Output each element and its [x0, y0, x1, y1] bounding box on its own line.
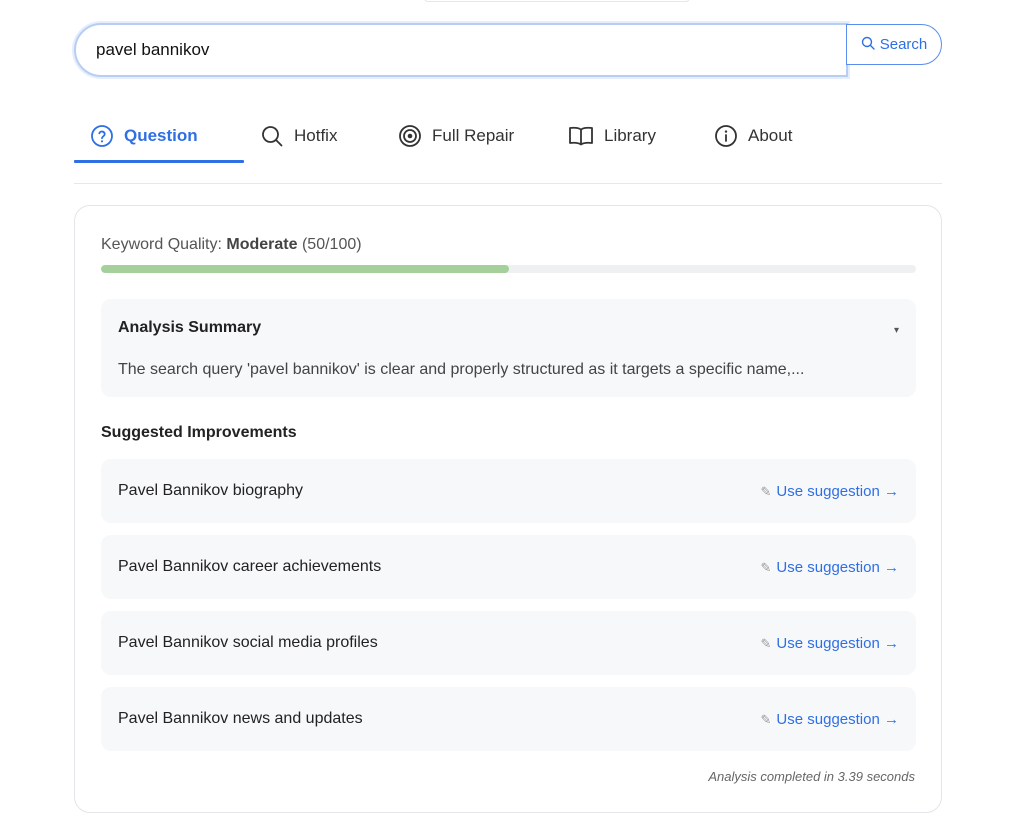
question-circle-icon [90, 124, 114, 148]
tab-hotfix[interactable]: Hotfix [260, 110, 337, 162]
use-suggestion-label: Use suggestion → [776, 711, 899, 728]
search-bar: Search [74, 23, 942, 77]
analysis-duration-note: Analysis completed in 3.39 seconds [708, 769, 915, 784]
suggestion-text: Pavel Bannikov social media profiles [118, 634, 378, 651]
tab-hotfix-label: Hotfix [294, 126, 338, 145]
suggested-improvements-heading: Suggested Improvements [101, 424, 297, 441]
info-icon [714, 124, 738, 148]
keyword-quality-label: Keyword Quality: [101, 236, 222, 253]
search-button-label: Search [879, 36, 928, 53]
target-icon [398, 124, 422, 148]
use-suggestion-label: Use suggestion → [776, 559, 899, 576]
tab-question[interactable]: Question [90, 110, 198, 162]
suggestion-item: Pavel Bannikov biography ✎ Use suggestio… [101, 459, 916, 523]
tab-full-repair-label: Full Repair [432, 126, 515, 145]
tab-about-label: About [748, 126, 793, 145]
use-suggestion-link[interactable]: ✎ Use suggestion → [761, 559, 899, 576]
use-suggestion-label: Use suggestion → [776, 635, 899, 652]
active-tab-indicator [74, 160, 244, 163]
book-icon [568, 124, 594, 148]
keyword-quality-rating: Moderate [226, 236, 298, 253]
pencil-icon: ✎ [760, 635, 772, 651]
suggestion-item: Pavel Bannikov news and updates ✎ Use su… [101, 687, 916, 751]
keyword-quality-bar-fill [101, 265, 509, 273]
use-suggestion-link[interactable]: ✎ Use suggestion → [761, 483, 899, 500]
search-input[interactable] [74, 23, 848, 77]
tab-library[interactable]: Library [568, 110, 656, 162]
search-icon [861, 36, 875, 54]
analysis-summary-text: The search query 'pavel bannikov' is cle… [118, 361, 805, 378]
use-suggestion-link[interactable]: ✎ Use suggestion → [761, 711, 899, 728]
suggestion-text: Pavel Bannikov news and updates [118, 710, 363, 727]
analysis-summary-title: Analysis Summary [118, 319, 262, 336]
analysis-card: Keyword Quality: Moderate (50/100) Analy… [74, 205, 942, 813]
use-suggestion-label: Use suggestion → [776, 483, 899, 500]
keyword-quality-bar [101, 265, 916, 273]
tab-library-label: Library [604, 126, 656, 145]
tab-about[interactable]: About [714, 110, 792, 162]
keyword-quality: Keyword Quality: Moderate (50/100) [101, 236, 362, 254]
tab-full-repair[interactable]: Full Repair [398, 110, 514, 162]
caret-down-icon[interactable]: ▾ [894, 325, 899, 336]
pencil-icon: ✎ [760, 483, 772, 499]
suggestion-item: Pavel Bannikov career achievements ✎ Use… [101, 535, 916, 599]
use-suggestion-link[interactable]: ✎ Use suggestion → [761, 635, 899, 652]
suggestion-text: Pavel Bannikov career achievements [118, 558, 382, 575]
top-popup-edge [424, 0, 690, 2]
suggestion-item: Pavel Bannikov social media profiles ✎ U… [101, 611, 916, 675]
pencil-icon: ✎ [760, 559, 772, 575]
suggestion-text: Pavel Bannikov biography [118, 482, 304, 499]
tab-bar: Question Hotfix Full Repair Library Abou… [74, 110, 942, 184]
tab-question-label: Question [124, 126, 198, 145]
pencil-icon: ✎ [760, 711, 772, 727]
analysis-summary-panel[interactable]: Analysis Summary ▾ The search query 'pav… [101, 299, 916, 397]
keyword-quality-score: (50/100) [301, 236, 362, 253]
search-icon [260, 124, 284, 148]
search-button[interactable]: Search [846, 24, 942, 65]
